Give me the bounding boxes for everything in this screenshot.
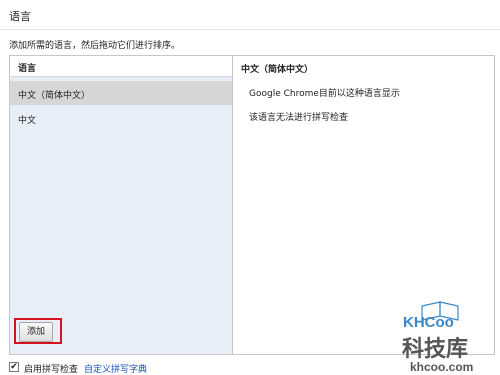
language-item-zh-cn[interactable]: 中文（简体中文） xyxy=(10,81,232,105)
language-list-header-label: 语言 xyxy=(18,64,37,74)
language-item-zh[interactable]: 中文 xyxy=(10,106,232,130)
spellcheck-label: 启用拼写检查 xyxy=(24,365,79,375)
site-watermark: KHCoo 科技库 khcoo.com xyxy=(402,301,473,374)
watermark-site: khcoo.com xyxy=(410,360,473,374)
dialog-instruction: 添加所需的语言，然后拖动它们进行排序。 xyxy=(9,41,181,51)
spellcheck-status: 该语言无法进行拼写检查 xyxy=(249,113,349,123)
language-list-header: 语言 xyxy=(10,56,232,77)
language-item-label: 中文（简体中文） xyxy=(18,91,91,101)
language-item-label: 中文 xyxy=(18,116,37,126)
watermark-logo-text: KHCoo xyxy=(403,314,454,331)
spellcheck-checkbox[interactable]: ✔ xyxy=(9,362,19,372)
ui-language-status: Google Chrome目前以这种语言显示 xyxy=(249,89,400,99)
add-language-button[interactable]: 添加 xyxy=(19,322,53,342)
dialog-title: 语言 xyxy=(9,10,31,23)
language-detail-title: 中文（简体中文） xyxy=(241,65,314,75)
language-list: 语言 中文（简体中文） 中文 添加 xyxy=(10,56,233,354)
custom-dictionary-link[interactable]: 自定义拼写字典 xyxy=(84,362,147,375)
title-divider xyxy=(0,29,500,30)
watermark-brand: 科技库 xyxy=(402,337,468,362)
